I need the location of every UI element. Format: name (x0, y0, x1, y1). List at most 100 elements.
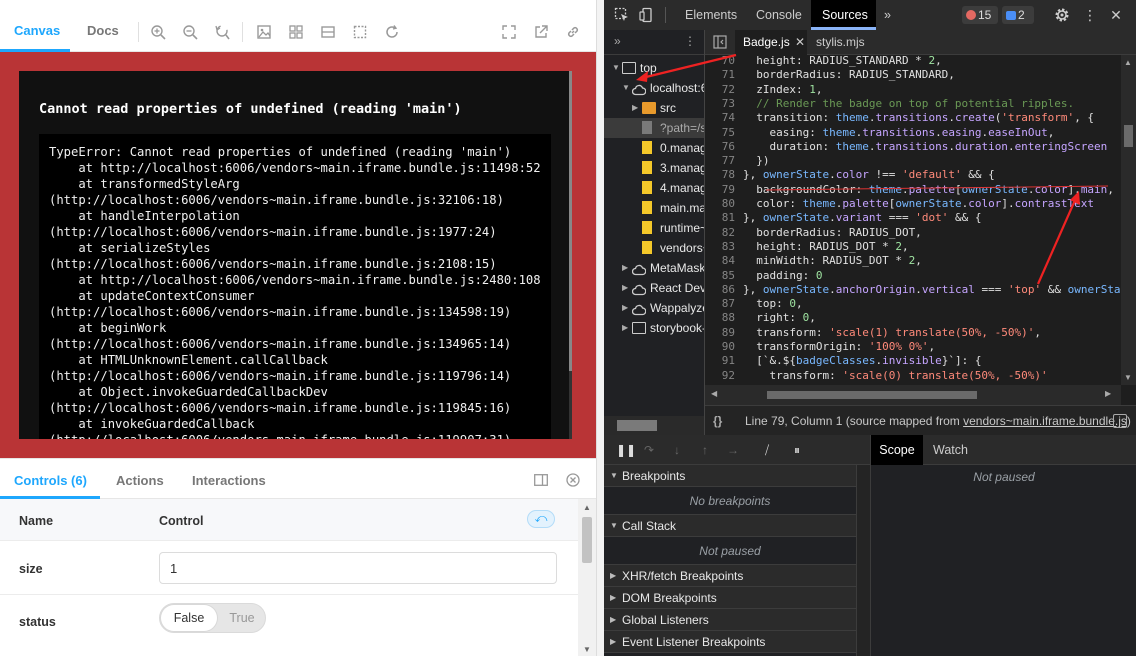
line-number[interactable]: 76 (705, 140, 743, 154)
collapsed-arrow-icon[interactable]: ▶ (632, 98, 638, 118)
zoom-out-icon[interactable] (182, 24, 198, 40)
section-xhr-breakpoints[interactable]: ▶ XHR/fetch Breakpoints (604, 565, 856, 587)
inspect-element-icon[interactable] (614, 7, 630, 23)
section-event-listener-breakpoints[interactable]: ▶ Event Listener Breakpoints (604, 631, 856, 653)
status-boolean-toggle[interactable]: False True (159, 603, 266, 633)
scroll-up-icon[interactable]: ▲ (1124, 58, 1132, 67)
section-dom-breakpoints[interactable]: ▶ DOM Breakpoints (604, 587, 856, 609)
line-number[interactable]: 75 (705, 126, 743, 140)
line-number[interactable]: 83 (705, 240, 743, 254)
code-line[interactable]: 71 borderRadius: RADIUS_STANDARD, (705, 68, 1121, 82)
size-input[interactable] (159, 552, 557, 584)
line-number[interactable]: 90 (705, 340, 743, 354)
line-number[interactable]: 70 (705, 55, 743, 68)
code-line[interactable]: 70 height: RADIUS_STANDARD * 2, (705, 55, 1121, 68)
outline-icon[interactable] (352, 24, 368, 40)
nav-item-metamask[interactable]: ▶ MetaMask (604, 258, 704, 278)
panel-divider[interactable] (596, 0, 604, 656)
fullscreen-icon[interactable] (501, 24, 517, 40)
background-image-icon[interactable] (256, 24, 272, 40)
code-line[interactable]: 85 padding: 0 (705, 269, 1121, 283)
close-panel-icon[interactable] (566, 473, 580, 487)
close-devtools-icon[interactable]: ✕ (1108, 6, 1124, 24)
section-global-listeners[interactable]: ▶ Global Listeners (604, 609, 856, 631)
reset-controls-button[interactable]: ⤺ (527, 510, 555, 528)
code-line[interactable]: 80 color: theme.palette[ownerState.color… (705, 197, 1121, 211)
editor-tab-badge-js[interactable]: Badge.js ✕ (735, 30, 807, 55)
code-line[interactable]: 81}, ownerState.variant === 'dot' && { (705, 211, 1121, 225)
status-false-option[interactable]: False (161, 605, 217, 631)
line-number[interactable]: 85 (705, 269, 743, 283)
scroll-down-icon[interactable]: ▼ (583, 645, 591, 654)
editor-tab-stylis[interactable]: stylis.mjs (816, 30, 865, 55)
settings-gear-icon[interactable] (1054, 7, 1070, 23)
canvas-scrollbar-thumb[interactable] (569, 71, 572, 371)
line-number[interactable]: 80 (705, 197, 743, 211)
line-number[interactable]: 92 (705, 369, 743, 383)
tab-console[interactable]: Console (756, 0, 802, 30)
editor-scrollbar-thumb[interactable] (1124, 125, 1133, 147)
section-call-stack[interactable]: ▼ Call Stack (604, 515, 856, 537)
more-options-icon[interactable]: ⋮ (1082, 6, 1098, 24)
grid-icon[interactable] (288, 24, 304, 40)
editor-horizontal-scrollbar[interactable]: ◀ ▶ (705, 385, 1121, 405)
message-count-badge[interactable]: 2 (1002, 6, 1034, 24)
addons-scrollbar[interactable]: ▲ ▼ (578, 499, 596, 656)
nav-item-top[interactable]: ▼ top (604, 58, 704, 78)
line-number[interactable]: 72 (705, 83, 743, 97)
editor-hscrollbar-thumb[interactable] (767, 391, 977, 399)
navigator-scrollbar[interactable] (604, 416, 704, 435)
remount-icon[interactable] (384, 24, 400, 40)
nav-item-0-manager-bundle-js[interactable]: 0.manager.bundle.js (604, 138, 704, 158)
nav-item-react-developer-tools[interactable]: ▶ React Developer Tools (604, 278, 704, 298)
pause-icon[interactable]: ❚❚ (616, 443, 636, 457)
line-number[interactable]: 88 (705, 311, 743, 325)
line-number[interactable]: 71 (705, 68, 743, 82)
step-over-icon[interactable]: ↷ (642, 443, 656, 457)
panel-orientation-icon[interactable] (534, 474, 548, 486)
collapsed-arrow-icon[interactable]: ▶ (622, 318, 628, 338)
nav-item-vendors-main-manager-bundle-js[interactable]: vendors~main.manager.bundle.js (604, 238, 704, 258)
collapsed-arrow-icon[interactable]: ▶ (622, 298, 628, 318)
viewport-icon[interactable] (320, 24, 336, 40)
nav-item-runtime-main-manager-bundle-js[interactable]: runtime~main.manager.bundle.js (604, 218, 704, 238)
expanded-arrow-icon[interactable]: ▼ (622, 78, 630, 98)
step-out-icon[interactable]: ↑ (698, 443, 712, 457)
code-line[interactable]: 79 backgroundColor: theme.palette[ownerS… (705, 183, 1121, 197)
code-line[interactable]: 84 minWidth: RADIUS_DOT * 2, (705, 254, 1121, 268)
deactivate-breakpoints-icon[interactable]: ⧸ (760, 443, 774, 457)
pretty-print-icon[interactable]: {} (713, 406, 722, 435)
debugger-scrollbar[interactable] (856, 465, 870, 656)
line-number[interactable]: 86 (705, 283, 743, 297)
code-view[interactable]: 70 height: RADIUS_STANDARD * 2, 71 border… (705, 55, 1121, 385)
code-line[interactable]: 72 zIndex: 1, (705, 83, 1121, 97)
section-breakpoints[interactable]: ▼ Breakpoints (604, 465, 856, 487)
code-line[interactable]: 90 transformOrigin: '100% 0%', (705, 340, 1121, 354)
scroll-down-icon[interactable]: ▼ (1124, 373, 1132, 382)
addons-scrollbar-thumb[interactable] (582, 517, 592, 563)
tab-interactions[interactable]: Interactions (192, 459, 266, 499)
navigator-scrollbar-thumb[interactable] (617, 420, 657, 431)
code-line[interactable]: 77 }) (705, 154, 1121, 168)
open-new-tab-icon[interactable] (533, 24, 549, 40)
navigator-more-icon[interactable]: » (614, 34, 621, 48)
nav-item-localhost-6006[interactable]: ▼ localhost:6006 (604, 78, 704, 98)
code-line[interactable]: 92 transform: 'scale(0) translate(50%, -… (705, 369, 1121, 383)
toggle-navigator-icon[interactable] (713, 35, 727, 49)
scroll-up-icon[interactable]: ▲ (583, 503, 591, 512)
line-number[interactable]: 82 (705, 226, 743, 240)
code-line[interactable]: 89 transform: 'scale(1) translate(50%, -… (705, 326, 1121, 340)
tab-elements[interactable]: Elements (685, 0, 737, 30)
code-line[interactable]: 74 transition: theme.transitions.create(… (705, 111, 1121, 125)
source-map-link[interactable]: vendors~main.iframe.bundle.js (963, 414, 1127, 428)
collapsed-arrow-icon[interactable]: ▶ (622, 258, 628, 278)
code-line[interactable]: 78}, ownerState.color !== 'default' && { (705, 168, 1121, 182)
line-number[interactable]: 77 (705, 154, 743, 168)
tab-canvas[interactable]: Canvas (14, 0, 60, 52)
copy-link-icon[interactable] (565, 24, 581, 40)
code-line[interactable]: 75 easing: theme.transitions.easing.ease… (705, 126, 1121, 140)
error-count-badge[interactable]: 15 (962, 6, 998, 24)
nav-item-3-manager-bundle-js[interactable]: 3.manager.bundle.js (604, 158, 704, 178)
tab-scope[interactable]: Scope (871, 435, 923, 465)
code-line[interactable]: 87 top: 0, (705, 297, 1121, 311)
